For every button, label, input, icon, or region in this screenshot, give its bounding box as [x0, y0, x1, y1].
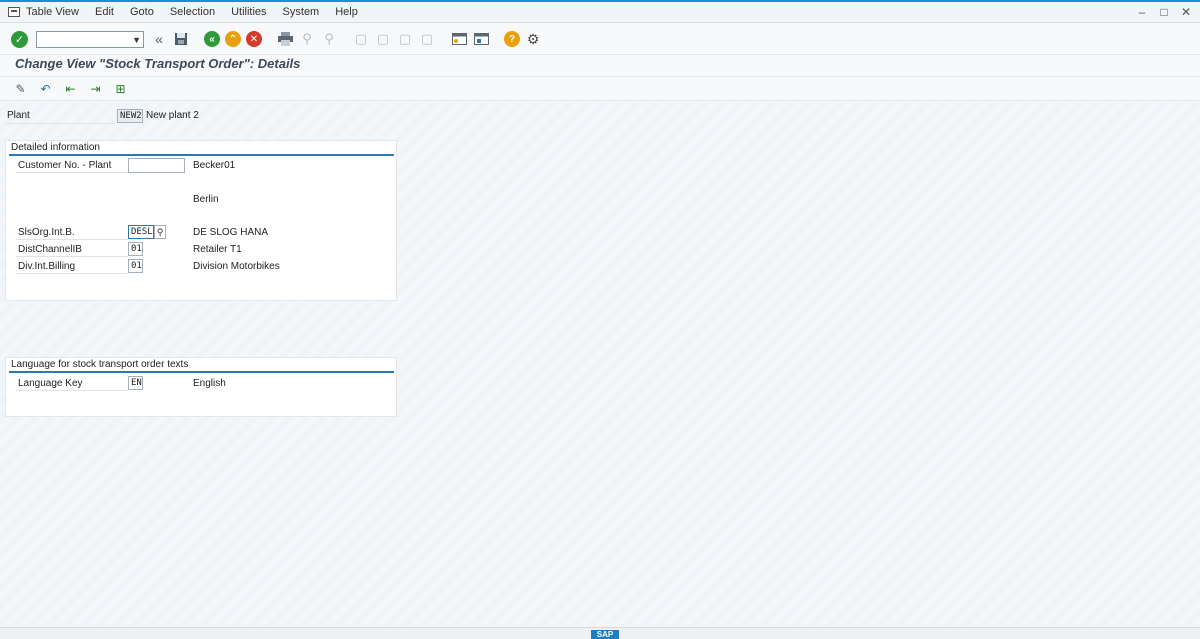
next-page-icon: ▢	[398, 31, 412, 46]
group-divider	[9, 154, 394, 156]
plant-label-underline	[5, 123, 115, 124]
shortcut-icon[interactable]	[472, 30, 490, 48]
menu-utilities[interactable]: Utilities	[231, 6, 266, 18]
page-title: Change View "Stock Transport Order": Det…	[15, 56, 301, 71]
language-key-underline	[16, 390, 128, 391]
command-input[interactable]	[37, 31, 129, 47]
sales-org-description: DE SLOG HANA	[193, 227, 269, 238]
close-window-icon[interactable]: ✕	[1180, 6, 1192, 18]
exit-icon[interactable]: ⌃	[225, 31, 241, 47]
system-menu-icon[interactable]	[8, 7, 20, 17]
previous-page-icon: ▢	[376, 31, 390, 46]
cancel-icon[interactable]: ✕	[246, 31, 262, 47]
sales-org-field[interactable]: DESL	[128, 225, 154, 239]
dist-channel-label: DistChannelIB	[18, 244, 82, 255]
select-entry-icon[interactable]: ⊞	[112, 82, 129, 97]
customer-plant-field[interactable]	[128, 158, 185, 173]
print-icon[interactable]	[276, 30, 294, 48]
menu-edit[interactable]: Edit	[95, 6, 114, 18]
language-description: English	[193, 378, 226, 389]
customer-description: Becker01	[193, 160, 236, 171]
sales-org-label: SlsOrg.Int.B.	[18, 227, 75, 238]
standard-toolbar: ✓ ▼ « « ⌃ ✕ ⚲ ⚲ ▢ ▢ ▢ ▢ ? ⚙	[0, 24, 1200, 55]
previous-entry-icon[interactable]: ⇤	[62, 82, 79, 97]
division-description: Division Motorbikes	[193, 261, 280, 272]
last-page-icon: ▢	[420, 31, 434, 46]
customer-label-underline	[16, 172, 128, 173]
help-icon[interactable]: ?	[504, 31, 520, 47]
find-icon: ⚲	[302, 31, 312, 46]
back-icon[interactable]: «	[204, 31, 220, 47]
menu-system[interactable]: System	[283, 6, 320, 18]
command-field[interactable]: ▼	[36, 30, 144, 48]
collapse-arrows-icon[interactable]: «	[150, 30, 168, 48]
division-field[interactable]: 01	[128, 259, 143, 273]
menu-table-view[interactable]: Table View	[26, 6, 79, 18]
language-group-divider	[9, 371, 394, 373]
save-icon[interactable]	[172, 30, 190, 48]
customer-plant-label: Customer No. - Plant	[18, 160, 112, 171]
create-session-icon[interactable]	[450, 30, 468, 48]
division-label: Div.Int.Billing	[18, 261, 76, 272]
detailed-information-group: Detailed information Customer No. - Plan…	[5, 140, 397, 301]
dist-channel-description: Retailer T1	[193, 244, 242, 255]
language-group: Language for stock transport order texts…	[5, 357, 397, 417]
gear-icon[interactable]: ⚙	[524, 30, 542, 48]
first-page-icon: ▢	[354, 31, 368, 46]
menu-bar: Table View Edit Goto Selection Utilities…	[0, 2, 1200, 23]
sap-logo: SAP	[591, 630, 619, 639]
language-key-label: Language Key	[18, 378, 83, 389]
find-next-icon: ⚲	[324, 31, 334, 46]
detailed-information-title: Detailed information	[11, 142, 100, 153]
dist-channel-field[interactable]: 01	[128, 242, 143, 256]
customer-city: Berlin	[193, 194, 219, 205]
application-toolbar: ✎ ↶ ⇤ ⇥ ⊞	[0, 78, 1200, 101]
language-group-title: Language for stock transport order texts	[11, 359, 189, 370]
sales-org-underline	[16, 239, 128, 240]
menu-selection[interactable]: Selection	[170, 6, 215, 18]
next-entry-icon[interactable]: ⇥	[87, 82, 104, 97]
plant-description: New plant 2	[146, 110, 199, 121]
minimize-icon[interactable]: –	[1136, 6, 1148, 18]
plant-field: NEW2	[117, 109, 143, 123]
status-bar: SAP	[0, 627, 1200, 639]
check-icon[interactable]: ✓	[11, 30, 28, 48]
menu-help[interactable]: Help	[335, 6, 358, 18]
dist-channel-underline	[16, 256, 128, 257]
menu-goto[interactable]: Goto	[130, 6, 154, 18]
title-bar: Change View "Stock Transport Order": Det…	[0, 55, 1200, 77]
display-change-icon[interactable]: ✎	[12, 82, 29, 97]
maximize-icon[interactable]: □	[1158, 6, 1170, 18]
language-key-field[interactable]: EN	[128, 376, 143, 390]
division-underline	[16, 273, 128, 274]
search-help-icon[interactable]: ⚲	[154, 225, 166, 239]
plant-label: Plant	[7, 110, 30, 121]
chevron-down-icon[interactable]: ▼	[132, 35, 141, 45]
undo-icon[interactable]: ↶	[37, 82, 54, 97]
content-area: Plant NEW2 New plant 2 Detailed informat…	[0, 101, 1200, 627]
